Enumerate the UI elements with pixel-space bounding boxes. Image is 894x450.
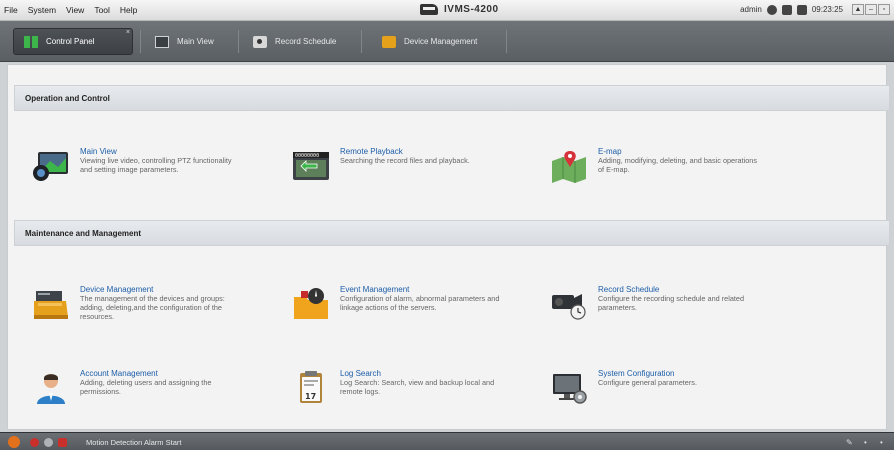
control-panel-content: Operation and Control Main View Viewing … bbox=[7, 64, 890, 430]
expand-panel-icon[interactable]: • bbox=[880, 438, 883, 447]
menu-tool[interactable]: Tool bbox=[94, 5, 110, 15]
hikvision-logo-icon bbox=[420, 4, 438, 15]
panel-item-account-management[interactable]: Account Management Adding, deleting user… bbox=[32, 367, 272, 415]
cpu-icon[interactable] bbox=[766, 4, 777, 15]
control-panel-icon bbox=[24, 35, 38, 48]
item-description: Adding, deleting users and assigning the… bbox=[80, 378, 212, 396]
item-description: Configure general parameters. bbox=[598, 378, 697, 387]
main-view-monitor-icon bbox=[33, 152, 68, 181]
item-description: Log Search: Search, view and backup loca… bbox=[340, 378, 495, 396]
menu-bar: File System View Tool Help IVMS-4200 adm… bbox=[0, 0, 894, 21]
event-management-icon bbox=[294, 288, 328, 319]
window-minimize-button[interactable]: – bbox=[865, 4, 877, 15]
device-management-icon bbox=[382, 35, 396, 48]
item-title[interactable]: E-map bbox=[598, 147, 622, 156]
system-configuration-icon bbox=[553, 374, 587, 404]
panel-item-device-management[interactable]: Device Management The management of the … bbox=[32, 283, 272, 331]
panel-item-log-search[interactable]: 17 Log Search Log Search: Search, view a… bbox=[292, 367, 532, 415]
svg-text:17: 17 bbox=[305, 392, 316, 401]
panel-item-main-view[interactable]: Main View Viewing live video, controllin… bbox=[32, 145, 272, 193]
event-icon[interactable] bbox=[58, 438, 67, 447]
status-bar: Motion Detection Alarm Start ✎ • • bbox=[0, 432, 894, 450]
tab-divider bbox=[238, 30, 239, 53]
svg-text:00000000: 00000000 bbox=[295, 153, 319, 159]
tab-divider bbox=[361, 30, 362, 53]
item-title[interactable]: Account Management bbox=[80, 369, 158, 378]
minimize-panel-icon[interactable]: • bbox=[864, 438, 867, 447]
item-title[interactable]: Log Search bbox=[340, 369, 381, 378]
tab-control-panel[interactable]: Control Panel × bbox=[13, 28, 133, 55]
current-user: admin bbox=[740, 5, 762, 14]
alarm-status-icon[interactable] bbox=[30, 438, 39, 447]
record-schedule-icon bbox=[552, 294, 586, 320]
panel-item-remote-playback[interactable]: 00000000 Remote Playback Searching the r… bbox=[292, 145, 532, 193]
remote-playback-icon: 00000000 bbox=[293, 152, 329, 180]
panel-item-system-configuration[interactable]: System Configuration Configure general p… bbox=[550, 367, 790, 415]
item-title[interactable]: Record Schedule bbox=[598, 285, 659, 294]
tab-main-view[interactable]: Main View bbox=[145, 28, 235, 55]
item-title[interactable]: Remote Playback bbox=[340, 147, 403, 156]
alarm-icon[interactable] bbox=[8, 436, 20, 448]
pin-icon[interactable]: ✎ bbox=[846, 438, 853, 447]
item-description: Adding, modifying, deleting, and basic o… bbox=[598, 156, 758, 174]
alarm-message: Motion Detection Alarm Start bbox=[86, 438, 182, 447]
network-icon[interactable] bbox=[781, 4, 792, 15]
app-title: IVMS-4200 bbox=[420, 4, 499, 15]
item-title[interactable]: Device Management bbox=[80, 285, 153, 294]
item-description: Searching the record files and playback. bbox=[340, 156, 470, 165]
main-menu: File System View Tool Help bbox=[4, 5, 137, 15]
sound-icon[interactable] bbox=[44, 438, 53, 447]
clock-time: 09:23:25 bbox=[811, 5, 843, 14]
window-controls: ▲ – ▫ bbox=[852, 4, 890, 15]
item-description: The management of the devices and groups… bbox=[80, 294, 225, 321]
menu-file[interactable]: File bbox=[4, 5, 18, 15]
lock-icon[interactable] bbox=[796, 4, 807, 15]
account-management-icon bbox=[37, 374, 65, 404]
section-header-maintenance: Maintenance and Management bbox=[14, 220, 890, 246]
item-description: Viewing live video, controlling PTZ func… bbox=[80, 156, 232, 174]
tab-divider bbox=[140, 30, 141, 53]
status-area: admin 09:23:25 ▲ – ▫ bbox=[740, 4, 890, 15]
section-header-operation: Operation and Control bbox=[14, 85, 890, 111]
item-description: Configuration of alarm, abnormal paramet… bbox=[340, 294, 500, 312]
tab-close-icon[interactable]: × bbox=[126, 29, 130, 36]
record-schedule-icon bbox=[253, 35, 267, 48]
tab-device-management-label: Device Management bbox=[404, 37, 478, 46]
menu-help[interactable]: Help bbox=[120, 5, 137, 15]
e-map-icon bbox=[552, 151, 586, 183]
log-search-icon: 17 bbox=[300, 371, 322, 403]
tab-control-panel-label: Control Panel bbox=[46, 37, 95, 46]
device-management-icon bbox=[34, 291, 68, 319]
window-maximize-button[interactable]: ▫ bbox=[878, 4, 890, 15]
tab-divider bbox=[506, 30, 507, 53]
tab-main-view-label: Main View bbox=[177, 37, 214, 46]
window-expand-button[interactable]: ▲ bbox=[852, 4, 864, 15]
tab-device-management[interactable]: Device Management bbox=[372, 28, 502, 55]
item-title[interactable]: Main View bbox=[80, 147, 117, 156]
module-tab-bar: Control Panel × Main View Record Schedul… bbox=[0, 21, 894, 62]
tab-record-schedule[interactable]: Record Schedule bbox=[243, 28, 353, 55]
item-title[interactable]: Event Management bbox=[340, 285, 409, 294]
app-title-text: IVMS-4200 bbox=[444, 4, 499, 15]
menu-view[interactable]: View bbox=[66, 5, 84, 15]
panel-item-e-map[interactable]: E-map Adding, modifying, deleting, and b… bbox=[550, 145, 790, 193]
panel-item-record-schedule[interactable]: Record Schedule Configure the recording … bbox=[550, 283, 790, 331]
panel-item-event-management[interactable]: Event Management Configuration of alarm,… bbox=[292, 283, 532, 331]
tab-record-schedule-label: Record Schedule bbox=[275, 37, 337, 46]
item-title[interactable]: System Configuration bbox=[598, 369, 674, 378]
main-view-icon bbox=[155, 35, 169, 48]
item-description: Configure the recording schedule and rel… bbox=[598, 294, 745, 312]
menu-system[interactable]: System bbox=[28, 5, 56, 15]
